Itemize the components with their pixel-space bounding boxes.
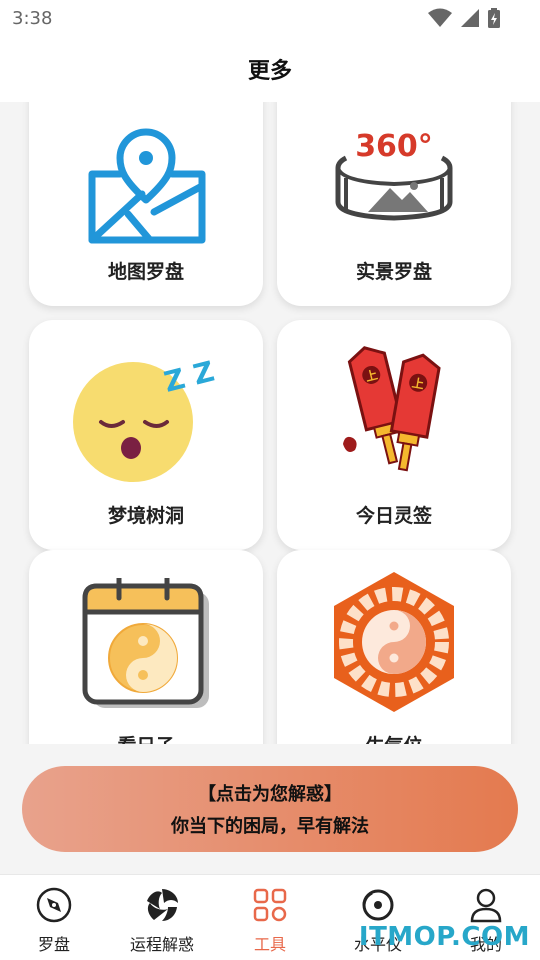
tool-label: 看日子 [29, 731, 263, 744]
tool-card-vital-position[interactable]: 生气位 [277, 550, 511, 744]
calendar-yinyang-icon [82, 578, 209, 708]
header: 更多 [0, 36, 540, 102]
sleeping-face-icon: Z Z Z [73, 354, 221, 482]
tool-label: 地图罗盘 [107, 261, 184, 283]
nav-item-compass[interactable]: 罗盘 [0, 875, 108, 960]
tool-label: 今日灵签 [355, 505, 432, 527]
nav-label: 罗盘 [37, 935, 70, 954]
panorama-360-icon: 360° [335, 129, 453, 221]
nav-item-tools[interactable]: 工具 [216, 875, 324, 960]
trefoil-icon [147, 889, 178, 921]
map-location-icon [88, 128, 206, 244]
signal-icon [461, 9, 479, 27]
tool-card-auspicious-day[interactable]: 看日子 [29, 550, 263, 744]
status-time: 3:38 [12, 8, 53, 29]
status-icons [428, 7, 500, 29]
nav-item-fortune[interactable]: 运程解惑 [108, 875, 216, 960]
wifi-icon [428, 8, 452, 27]
tool-card-panorama-compass[interactable]: 360° 实景罗盘 [277, 102, 511, 306]
fortune-sticks-icon: 上 上 [343, 346, 441, 472]
compass-icon [36, 887, 72, 923]
nav-label: 工具 [253, 935, 286, 954]
svg-text:上: 上 [411, 375, 425, 392]
bagua-icon [334, 572, 454, 712]
banner-subtitle: 你当下的困局，早有解法 [171, 816, 369, 837]
status-bar: 3:38 [0, 0, 540, 36]
level-icon [362, 889, 394, 921]
watermark: ITMOP.COM [358, 922, 530, 952]
tool-card-map-compass[interactable]: 地图罗盘 [29, 102, 263, 306]
banner-title: 【点击为您解惑】 [198, 784, 342, 805]
nav-label: 运程解惑 [129, 935, 194, 954]
page-title: 更多 [247, 59, 292, 84]
consult-banner-button[interactable]: 【点击为您解惑】 你当下的困局，早有解法 [22, 766, 518, 852]
tool-card-oracle[interactable]: 上 上 今日灵签 [277, 320, 511, 550]
tool-label: 实景罗盘 [355, 261, 432, 283]
panorama-360-text: 360° [355, 129, 433, 164]
user-icon [470, 888, 502, 923]
tool-card-dream[interactable]: Z Z Z 梦境树洞 [29, 320, 263, 550]
battery-icon [488, 8, 500, 28]
grid-tools-icon [253, 888, 287, 922]
zzz-text: Z Z Z [161, 354, 221, 399]
tools-grid[interactable]: 地图罗盘 360° 实景罗盘 Z Z Z [0, 102, 540, 744]
tool-label: 梦境树洞 [107, 505, 184, 527]
tool-label: 生气位 [277, 731, 511, 744]
